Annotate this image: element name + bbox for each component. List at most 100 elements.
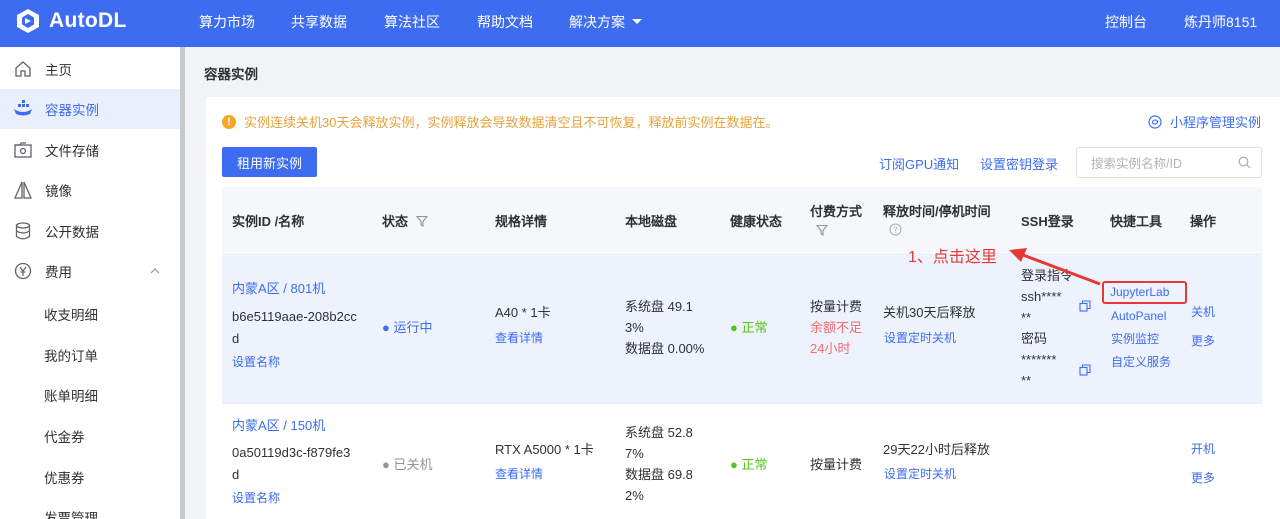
sidebar-item-label: 主页 [45,63,72,78]
disk-line: 系统盘 52.8 [625,425,693,440]
copy-icon[interactable] [1079,364,1091,376]
ssh-line: ** [1021,310,1032,325]
nav-algorithm-community[interactable]: 算法社区 [384,12,440,32]
sidebar-item-label: 容器实例 [45,103,99,118]
disk-line: 7% [625,446,644,461]
set-scheduled-shutdown-link[interactable]: 设置定时关机 [884,328,956,349]
set-scheduled-shutdown-link[interactable]: 设置定时关机 [884,464,956,485]
nav-shared-data[interactable]: 共享数据 [291,12,347,32]
logo-text: AutoDL [49,9,127,32]
pay-type: 按量计费 [810,457,863,472]
sidebar-item-label: 文件存储 [45,144,99,159]
instance-id-line: b6e5119aae-208b2cc [232,309,357,324]
help-icon[interactable]: ? [889,223,902,236]
power-on-link[interactable]: 开机 [1191,439,1215,460]
nav-compute-market[interactable]: 算力市场 [199,12,255,32]
disk-line: 3% [625,320,644,335]
sidebar-item-label: 公开数据 [45,225,99,240]
sidebar-item-billing[interactable]: 费用 [0,251,180,291]
filter-icon[interactable] [816,224,828,236]
sidebar-item-public-data[interactable]: 公开数据 [0,211,180,251]
sidebar-sub-orders[interactable]: 我的订单 [44,345,98,365]
ssh-line: ** [1021,373,1032,388]
set-name-link[interactable]: 设置名称 [232,352,280,373]
instance-id-line: d [232,467,240,482]
sidebar-item-label: 镜像 [45,184,72,199]
release-warning: ! 实例连续关机30天会释放实例，实例释放会导致数据清空且不可恢复，释放前实例在… [222,112,778,131]
more-link[interactable]: 更多 [1191,468,1215,489]
svg-text:?: ? [893,226,897,235]
user-menu[interactable]: 炼丹师8151 [1184,12,1257,32]
sidebar-item-label: 费用 [45,265,72,280]
ssh-line: 密码 [1021,331,1048,346]
status-label: 运行中 [393,320,433,335]
warning-text: 实例连续关机30天会释放实例，实例释放会导致数据清空且不可恢复，释放前实例在数据… [244,115,779,130]
spec-text: RTX A5000 * 1卡 [495,442,594,457]
release-time: 关机30天后释放 [883,305,976,320]
view-details-link[interactable]: 查看详情 [495,328,543,349]
instance-region-link[interactable]: 内蒙A区 / 150机 [232,415,325,436]
sidebar-item-containers[interactable]: 容器实例 [0,89,180,129]
page-title: 容器实例 [204,67,258,82]
container-icon [13,99,33,119]
instance-id-line: 0a50119d3c-f879fe3 [232,445,351,460]
status-stopped: ● 已关机 [382,457,433,472]
custom-service-link[interactable]: 自定义服务 [1111,352,1171,373]
health-status: ● 正常 [730,457,768,472]
subscribe-gpu-link[interactable]: 订阅GPU通知 [879,154,959,173]
sidebar-sub-transactions[interactable]: 收支明细 [44,304,98,324]
annotation-click-here: 1、点击这里 [908,249,997,266]
autodl-logo-icon [17,9,39,33]
balance-warning: 24小时 [810,341,851,356]
balance-warning: 余额不足 [810,320,863,335]
health-status: ● 正常 [730,320,768,335]
nav-help-docs[interactable]: 帮助文档 [477,12,533,32]
pay-type: 按量计费 [810,299,863,314]
sidebar-sub-invoices[interactable]: 发票管理 [44,507,98,519]
sidebar-item-images[interactable]: 镜像 [0,170,180,210]
autopanel-link[interactable]: AutoPanel [1111,306,1166,327]
sidebar-item-file-storage[interactable]: 文件存储 [0,130,180,170]
warning-icon: ! [222,114,236,129]
search-input[interactable]: 搜索实例名称/ID [1076,147,1262,178]
col-release: 释放时间/停机时间 [883,204,991,219]
health-label: 正常 [741,320,768,335]
disk-line: 数据盘 0.00% [625,341,705,356]
set-key-login-link[interactable]: 设置密钥登录 [980,154,1058,173]
more-link[interactable]: 更多 [1191,331,1215,352]
rent-new-instance-button[interactable]: 租用新实例 [222,147,317,177]
search-icon [1238,156,1251,169]
filter-icon[interactable] [416,215,429,227]
sidebar-sub-vouchers[interactable]: 代金券 [44,426,85,446]
nav-solutions-label: 解决方案 [569,14,625,30]
sidebar-item-home[interactable]: 主页 [0,49,180,89]
database-icon [13,221,33,241]
col-ssh: SSH登录 [1021,214,1074,229]
sidebar-sub-coupons[interactable]: 优惠券 [44,467,85,487]
instance-id-line: d [232,331,240,346]
nav-solutions[interactable]: 解决方案 [569,12,643,32]
view-details-link[interactable]: 查看详情 [495,464,543,485]
home-icon [13,59,33,79]
sidebar-sub-bills[interactable]: 账单明细 [44,385,98,405]
shutdown-link[interactable]: 关机 [1191,302,1215,323]
console-link[interactable]: 控制台 [1105,12,1147,32]
col-disk: 本地磁盘 [625,214,678,229]
instance-monitor-link[interactable]: 实例监控 [1111,329,1159,350]
highlight-box [1102,281,1187,304]
top-navbar: AutoDL 算力市场 共享数据 算法社区 帮助文档 解决方案 控制台 炼丹师8… [0,0,1280,47]
logo[interactable]: AutoDL [14,7,127,35]
ssh-line: ssh**** [1021,289,1062,304]
instance-region-link[interactable]: 内蒙A区 / 801机 [232,278,325,299]
col-status-label: 状态 [382,214,409,229]
mini-program-manage-link[interactable]: 小程序管理实例 [1148,112,1261,131]
set-name-link[interactable]: 设置名称 [232,488,280,509]
disk-line: 2% [625,488,644,503]
mini-program-icon [1148,114,1162,129]
spec-text: A40 * 1卡 [495,305,551,320]
col-ops: 操作 [1190,214,1217,229]
sidebar-scrollbar[interactable] [180,47,185,519]
copy-icon[interactable] [1079,300,1091,312]
health-label: 正常 [741,457,768,472]
mini-program-label: 小程序管理实例 [1170,115,1262,130]
